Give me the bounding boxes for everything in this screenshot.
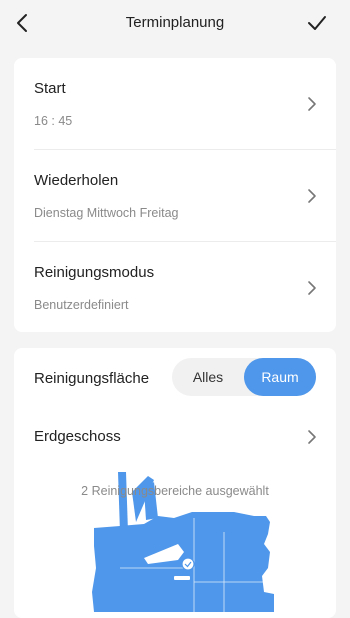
selected-areas-text: 2 Reinigungsbereiche ausgewählt	[81, 484, 269, 498]
floor-select-row[interactable]: Erdgeschoss	[14, 410, 336, 466]
start-label: Start	[34, 80, 66, 97]
top-bar: Terminplanung	[0, 0, 350, 46]
cleaning-mode-value: Benutzerdefiniert	[34, 298, 129, 312]
charging-dock-icon	[174, 576, 190, 580]
repeat-days-value: Dienstag Mittwoch Freitag	[34, 206, 179, 220]
area-option-all[interactable]: Alles	[172, 358, 244, 396]
chevron-right-icon	[308, 189, 316, 203]
cleaning-area-card: Reinigungsfläche Alles Raum Erdgeschoss	[14, 348, 336, 618]
start-time-value: 16 : 45	[34, 114, 73, 128]
cleaning-mode-row[interactable]: Reinigungsmodus Benutzerdefiniert	[14, 242, 336, 334]
cleaning-mode-label: Reinigungsmodus	[34, 264, 155, 281]
floor-label: Erdgeschoss	[34, 428, 121, 445]
checkmark-icon[interactable]	[306, 12, 328, 34]
cleaning-area-row: Reinigungsfläche Alles Raum	[14, 348, 336, 410]
chevron-right-icon	[308, 430, 316, 444]
robot-location-icon	[181, 557, 195, 571]
repeat-row[interactable]: Wiederholen Dienstag Mittwoch Freitag	[14, 150, 336, 242]
area-segmented-control: Alles Raum	[172, 358, 316, 396]
chevron-right-icon	[308, 281, 316, 295]
start-time-row[interactable]: Start 16 : 45	[14, 58, 336, 150]
schedule-settings-card: Start 16 : 45 Wiederholen Dienstag Mittw…	[14, 58, 336, 332]
map-room-shape	[118, 472, 128, 532]
chevron-right-icon	[308, 97, 316, 111]
cleaning-area-label: Reinigungsfläche	[34, 370, 150, 387]
repeat-label: Wiederholen	[34, 172, 119, 189]
area-option-room[interactable]: Raum	[244, 358, 316, 396]
page-title: Terminplanung	[125, 14, 225, 31]
